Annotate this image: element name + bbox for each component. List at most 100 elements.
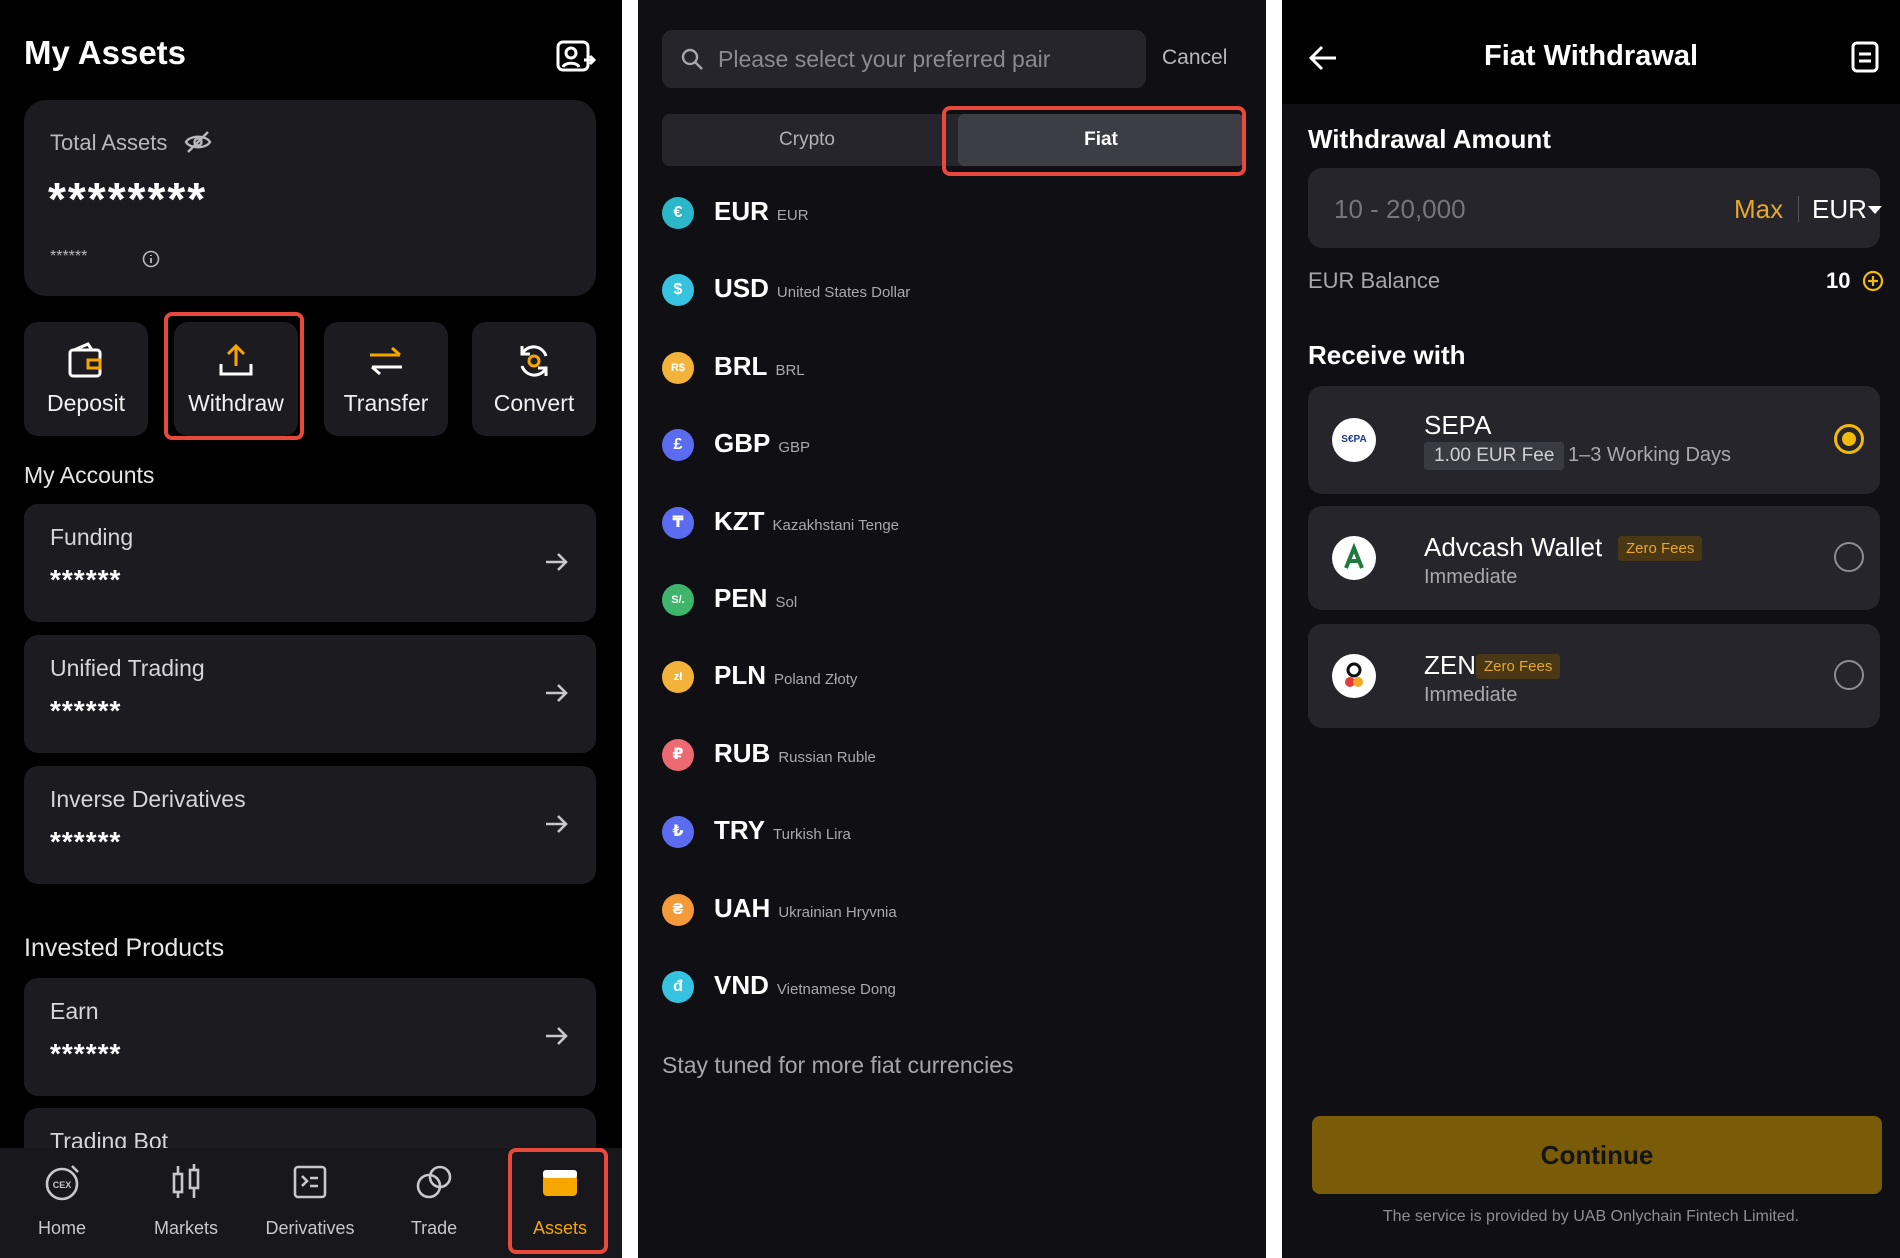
currency-row-try[interactable]: ₺ TRY Turkish Lira bbox=[662, 801, 1222, 861]
currency-row-usd[interactable]: $ USD United States Dollar bbox=[662, 259, 1222, 319]
currency-row-uah[interactable]: ₴ UAH Ukrainian Hryvnia bbox=[662, 879, 1222, 939]
sepa-logo-icon: S€PA bbox=[1332, 418, 1376, 462]
asset-type-tabs: Crypto Fiat bbox=[662, 114, 1244, 166]
add-funds-icon[interactable] bbox=[1862, 270, 1884, 292]
currency-code-wrap: BRL BRL bbox=[714, 351, 805, 382]
zen-glyph-icon bbox=[1345, 662, 1363, 687]
service-provider-note: The service is provided by UAB Onlychain… bbox=[1382, 1208, 1800, 1225]
chevron-down-icon[interactable] bbox=[1868, 206, 1882, 214]
amount-input[interactable]: 10 - 20,000 Max EUR bbox=[1308, 168, 1882, 248]
nav-assets[interactable]: Assets bbox=[498, 1148, 622, 1258]
nav-home[interactable]: CEX Home bbox=[0, 1148, 124, 1258]
currency-code-wrap: RUB Russian Ruble bbox=[714, 738, 876, 769]
payment-method-advcash[interactable]: Advcash Wallet Zero Fees Immediate bbox=[1308, 506, 1880, 610]
advcash-logo-icon bbox=[1332, 536, 1376, 580]
account-card-unified-trading[interactable]: Unified Trading ****** bbox=[24, 635, 596, 753]
currency-code: UAH bbox=[714, 892, 771, 923]
currency-row-brl[interactable]: R$ BRL BRL bbox=[662, 337, 1222, 397]
currency-code-wrap: KZT Kazakhstani Tenge bbox=[714, 506, 899, 537]
currency-symbol-icon: ₴ bbox=[662, 893, 694, 926]
currency-symbol-icon: $ bbox=[662, 274, 694, 307]
deposit-icon bbox=[68, 342, 102, 378]
currency-code-wrap: UAH Ukrainian Hryvnia bbox=[714, 893, 897, 924]
currency-row-pen[interactable]: S/. PEN Sol bbox=[662, 569, 1222, 629]
currency-symbol-icon: £ bbox=[662, 429, 694, 462]
currency-symbol-icon: ₽ bbox=[662, 738, 694, 771]
withdraw-button[interactable]: Withdraw bbox=[174, 322, 298, 436]
account-name: Inverse Derivatives bbox=[50, 786, 246, 812]
currency-row-kzt[interactable]: ₸ KZT Kazakhstani Tenge bbox=[662, 492, 1222, 552]
svg-text:CEX: CEX bbox=[53, 1180, 72, 1190]
currency-row-rub[interactable]: ₽ RUB Russian Ruble bbox=[662, 724, 1222, 784]
max-button[interactable]: Max bbox=[1734, 194, 1783, 225]
currency-code: PLN bbox=[714, 660, 766, 691]
currency-name: Turkish Lira bbox=[773, 826, 851, 844]
radio-selected[interactable] bbox=[1834, 424, 1864, 454]
convert-label: Convert bbox=[493, 390, 575, 416]
tab-fiat[interactable]: Fiat bbox=[958, 114, 1244, 166]
currency-name: Ukrainian Hryvnia bbox=[778, 903, 897, 921]
account-settings-icon[interactable] bbox=[556, 40, 596, 74]
account-name: Unified Trading bbox=[50, 655, 205, 681]
currency-code: VND bbox=[714, 970, 769, 1000]
currency-row-pln[interactable]: zł PLN Poland Złoty bbox=[662, 646, 1222, 706]
tab-crypto[interactable]: Crypto bbox=[662, 114, 952, 166]
deposit-button[interactable]: Deposit bbox=[24, 322, 148, 436]
account-value: ****** bbox=[50, 695, 122, 726]
nav-trade[interactable]: Trade bbox=[372, 1148, 496, 1258]
more-currencies-note: Stay tuned for more fiat currencies bbox=[662, 1052, 1014, 1078]
zen-logo-icon bbox=[1332, 654, 1376, 698]
order-history-icon[interactable] bbox=[1850, 40, 1880, 74]
receive-with-label: Receive with bbox=[1308, 340, 1466, 370]
fee-badge: 1.00 EUR Fee bbox=[1424, 442, 1565, 470]
info-icon[interactable] bbox=[142, 250, 160, 268]
search-icon bbox=[681, 48, 703, 70]
method-duration: 1–3 Working Days bbox=[1568, 444, 1732, 466]
radio-unselected[interactable] bbox=[1834, 542, 1864, 572]
total-assets-card: Total Assets ******** ****** bbox=[24, 100, 596, 296]
payment-method-zen[interactable]: ZEN Zero Fees Immediate bbox=[1308, 624, 1880, 728]
account-card-earn[interactable]: Earn ****** bbox=[24, 978, 596, 1096]
currency-symbol-icon: đ bbox=[662, 971, 694, 1003]
total-assets-secondary-value: ****** bbox=[50, 248, 88, 265]
transfer-button[interactable]: Transfer bbox=[324, 322, 448, 436]
convert-button[interactable]: Convert bbox=[472, 322, 596, 436]
nav-markets[interactable]: Markets bbox=[124, 1148, 248, 1258]
search-placeholder: Please select your preferred pair bbox=[718, 46, 1051, 72]
account-card-funding[interactable]: Funding ****** bbox=[24, 504, 596, 622]
currency-name: GBP bbox=[778, 439, 811, 457]
currency-row-vnd[interactable]: đ VND Vietnamese Dong bbox=[662, 956, 1222, 1016]
account-value: ****** bbox=[50, 1038, 122, 1069]
nav-derivatives[interactable]: Derivatives bbox=[248, 1148, 372, 1258]
method-name: Advcash Wallet bbox=[1424, 532, 1603, 562]
nav-label: Trade bbox=[410, 1218, 458, 1238]
zero-fees-badge: Zero Fees bbox=[1618, 536, 1703, 561]
radio-unselected[interactable] bbox=[1834, 660, 1864, 690]
currency-code-wrap: TRY Turkish Lira bbox=[714, 815, 851, 846]
transfer-icon bbox=[370, 346, 402, 376]
hide-balance-icon[interactable] bbox=[184, 130, 212, 154]
arrow-right-icon bbox=[546, 815, 568, 833]
withdrawal-amount-label: Withdrawal Amount bbox=[1308, 124, 1551, 154]
currency-select[interactable]: EUR bbox=[1812, 194, 1867, 225]
balance-label: EUR Balance bbox=[1308, 268, 1441, 293]
search-input[interactable]: Please select your preferred pair bbox=[662, 30, 1146, 88]
trade-icon bbox=[416, 1165, 452, 1199]
withdraw-label: Withdraw bbox=[188, 390, 284, 416]
currency-code: RUB bbox=[714, 737, 771, 768]
currency-code: KZT bbox=[714, 505, 765, 536]
account-card-inverse-derivatives[interactable]: Inverse Derivatives ****** bbox=[24, 766, 596, 884]
cancel-button[interactable]: Cancel bbox=[1162, 46, 1227, 70]
currency-code: TRY bbox=[714, 815, 766, 846]
payment-method-sepa[interactable]: S€PA SEPA 1.00 EUR Fee 1–3 Working Days bbox=[1308, 386, 1880, 494]
nav-label: Markets bbox=[153, 1218, 218, 1238]
continue-button[interactable]: Continue bbox=[1312, 1116, 1882, 1194]
transfer-label: Transfer bbox=[343, 390, 429, 416]
deposit-label: Deposit bbox=[47, 390, 125, 416]
page-title: My Assets bbox=[24, 34, 187, 71]
method-name: ZEN bbox=[1424, 650, 1476, 680]
currency-row-eur[interactable]: € EUR EUR bbox=[662, 182, 1222, 242]
currency-row-gbp[interactable]: £ GBP GBP bbox=[662, 414, 1222, 474]
arrow-right-icon bbox=[546, 553, 568, 571]
currency-name: Russian Ruble bbox=[778, 748, 876, 766]
